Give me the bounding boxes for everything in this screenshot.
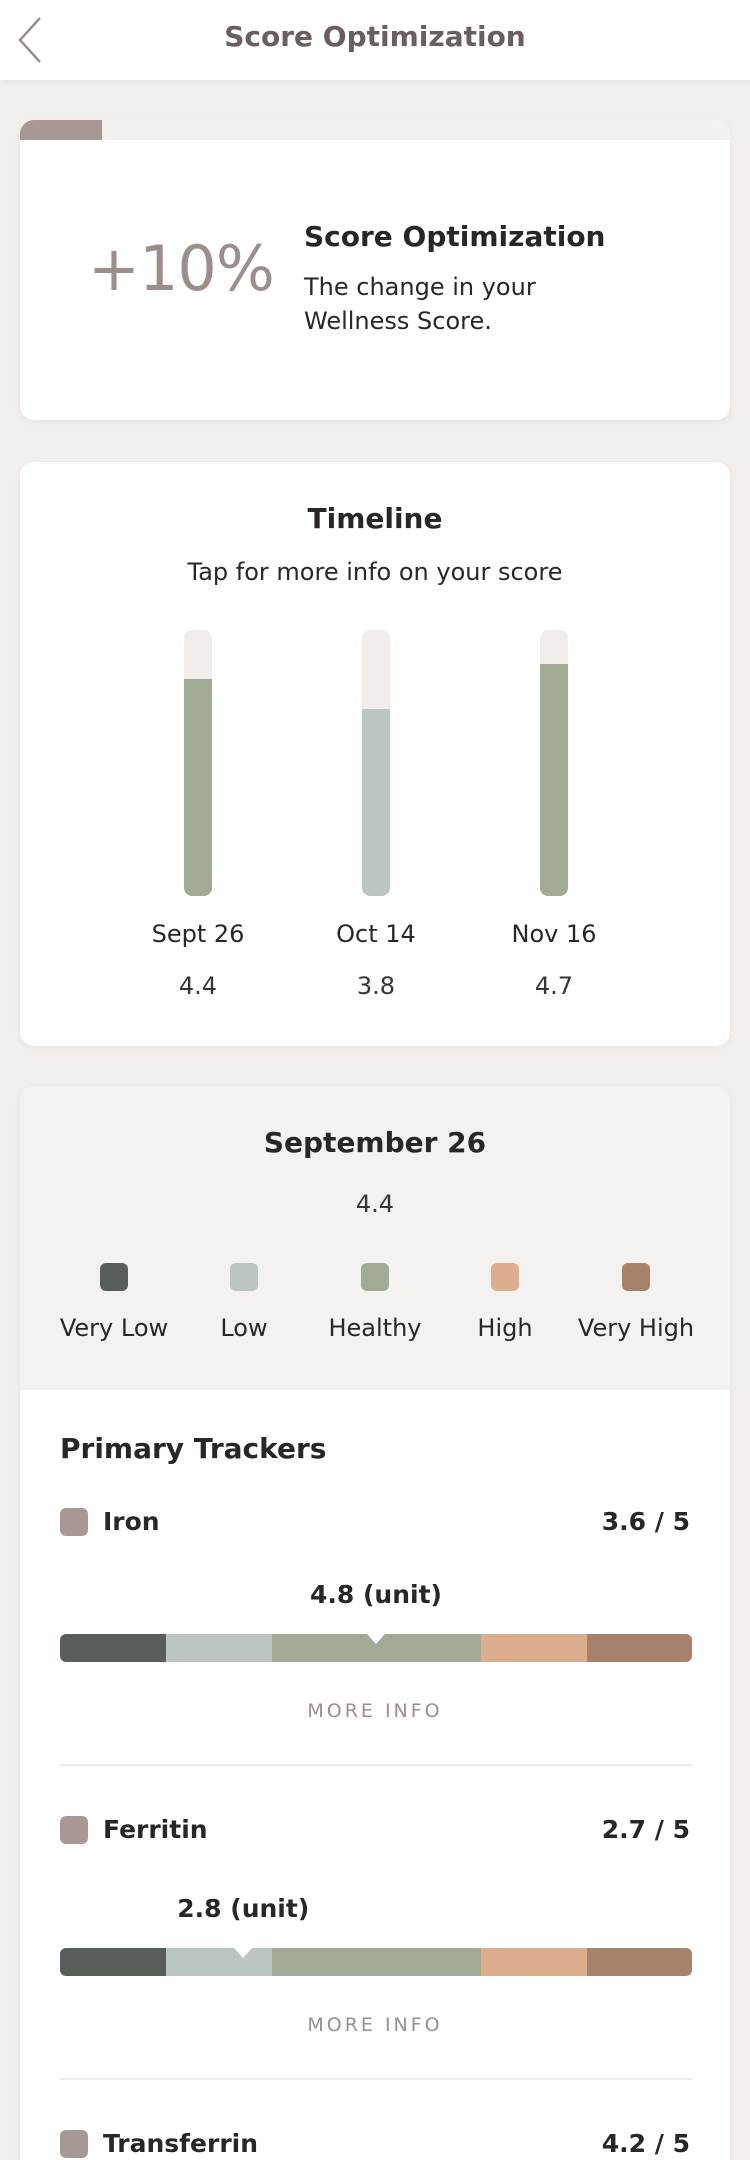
- range-pointer-ferritin: [234, 1948, 253, 1958]
- legend-label-low: Low: [220, 1314, 268, 1342]
- more-info-button-iron[interactable]: MORE INFO: [20, 1700, 730, 1722]
- legend-label-high: High: [477, 1314, 533, 1342]
- tracker-color-swatch: [60, 1508, 88, 1536]
- tracker-score-ferritin: 2.7 / 5: [601, 1815, 690, 1844]
- tracker-name-iron: Iron: [103, 1507, 160, 1536]
- timeline-score: 3.8: [356, 972, 396, 1000]
- more-info-button-ferritin[interactable]: MORE INFO: [20, 2014, 730, 2036]
- timeline-bar-sept-26[interactable]: [184, 630, 212, 896]
- detail-header: September 26 4.4 Very Low Low Healthy Hi…: [20, 1086, 730, 1390]
- divider: [60, 1764, 692, 1766]
- tracker-color-swatch: [60, 2130, 88, 2158]
- timeline-bar-fill: [540, 664, 568, 896]
- detail-date-title: September 26: [263, 1126, 487, 1159]
- score-optimization-card: +10% Score Optimization The change in yo…: [20, 120, 730, 420]
- detail-score: 4.4: [355, 1190, 395, 1218]
- card-tab-indicator: [20, 120, 102, 140]
- legend-swatch-healthy: [361, 1263, 389, 1291]
- timeline-card: Timeline Tap for more info on your score…: [20, 462, 730, 1046]
- timeline-bar-fill: [362, 709, 390, 896]
- timeline-date: Nov 16: [511, 920, 597, 948]
- tracker-reading-iron: 4.8 (unit): [310, 1580, 442, 1609]
- legend-swatch-low: [230, 1263, 258, 1291]
- page-title: Score Optimization: [224, 20, 526, 53]
- timeline-score: 4.7: [534, 972, 574, 1000]
- score-card-title: Score Optimization: [304, 220, 606, 253]
- timeline-date: Oct 14: [336, 920, 416, 948]
- score-detail-card: September 26 4.4 Very Low Low Healthy Hi…: [20, 1086, 730, 2160]
- tracker-reading-ferritin: 2.8 (unit): [177, 1894, 310, 1923]
- timeline-subtitle: Tap for more info on your score: [187, 558, 563, 586]
- range-segment: [480, 1634, 588, 1662]
- timeline-title: Timeline: [307, 502, 443, 535]
- range-segment: [587, 1634, 692, 1662]
- tracker-name-transferrin: Transferrin: [103, 2129, 259, 2158]
- legend-label-very-low: Very Low: [59, 1314, 169, 1342]
- range-segment: [166, 1634, 273, 1662]
- tracker-name-ferritin: Ferritin: [103, 1815, 208, 1844]
- tracker-score-iron: 3.6 / 5: [601, 1507, 690, 1536]
- tracker-score-transferrin: 4.2 / 5: [601, 2129, 690, 2158]
- timeline-bar-nov-16[interactable]: [540, 630, 568, 896]
- legend-swatch-very-low: [100, 1263, 128, 1291]
- legend-swatch-very-high: [622, 1263, 650, 1291]
- primary-trackers-title: Primary Trackers: [60, 1432, 327, 1465]
- timeline-bar-oct-14[interactable]: [362, 630, 390, 896]
- legend-label-healthy: Healthy: [328, 1314, 422, 1342]
- top-bar: Score Optimization: [0, 0, 750, 80]
- range-segment: [272, 1948, 481, 1976]
- timeline-date: Sept 26: [151, 920, 245, 948]
- range-segment: [480, 1948, 588, 1976]
- score-card-description: The change in your Wellness Score.: [304, 273, 536, 335]
- range-segment: [60, 1634, 167, 1662]
- tracker-range-bar-ferritin: [60, 1948, 692, 1976]
- timeline-bar-fill: [184, 679, 212, 896]
- score-change-value: +10%: [88, 232, 275, 305]
- timeline-score: 4.4: [178, 972, 218, 1000]
- divider: [60, 2078, 692, 2080]
- range-pointer-iron: [367, 1634, 385, 1644]
- legend-swatch-high: [491, 1263, 519, 1291]
- tracker-color-swatch: [60, 1816, 88, 1844]
- card-tab-track: [102, 120, 730, 140]
- legend-label-very-high: Very High: [577, 1314, 695, 1342]
- range-segment: [60, 1948, 167, 1976]
- range-segment: [166, 1948, 273, 1976]
- range-segment: [587, 1948, 692, 1976]
